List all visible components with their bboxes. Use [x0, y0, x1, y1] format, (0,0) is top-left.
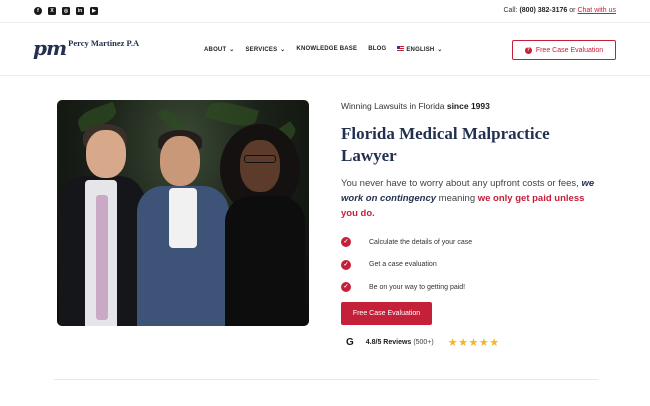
chevron-down-icon: ⌄ — [278, 47, 286, 53]
top-bar: f X ◎ in ▶ Call: (800) 382-3176 or Chat … — [0, 0, 650, 23]
list-item: ✓ Be on your way to getting paid! — [341, 276, 472, 299]
logo-mark: pm — [33, 36, 67, 60]
logo-text: Percy Martinez P.A — [68, 38, 140, 48]
list-item: ✓ Get a case evaluation — [341, 254, 472, 277]
google-icon: G — [346, 337, 354, 348]
check-icon: ✓ — [341, 237, 351, 248]
nav-about-label: ABOUT — [204, 47, 227, 53]
review-count: (500+) — [413, 339, 434, 346]
hero-free-case-evaluation-button[interactable]: Free Case Evaluation — [341, 302, 432, 325]
section-divider — [54, 379, 598, 380]
hero-intro: You never have to worry about any upfron… — [341, 176, 601, 221]
nav-knowledge-base[interactable]: KNOWLEDGE BASE — [296, 46, 357, 53]
site-header: pm Percy Martinez P.A ABOUT ⌄ SERVICES ⌄… — [0, 24, 650, 76]
check-icon: ✓ — [341, 282, 351, 293]
tagline-since: since 1993 — [446, 101, 490, 111]
facebook-icon[interactable]: f — [34, 7, 42, 15]
hero-tagline: Winning Lawsuits in Florida since 1993 — [341, 101, 490, 111]
page-title: Florida Medical Malpractice Lawyer — [341, 124, 550, 165]
phone-link[interactable]: (800) 382-3176 — [519, 7, 567, 14]
intro-text-1: You never have to worry about any upfron… — [341, 178, 579, 189]
reviews-summary[interactable]: G 4.8/5 Reviews (500+) ★★★★★ — [346, 336, 500, 349]
nav-services[interactable]: SERVICES ⌄ — [245, 46, 285, 53]
hero-photo — [57, 100, 309, 326]
check-icon: ✓ — [341, 259, 351, 270]
star-rating-icon: ★★★★★ — [447, 337, 500, 349]
header-free-case-evaluation-button[interactable]: ? Free Case Evaluation — [512, 40, 616, 60]
benefit-checklist: ✓ Calculate the details of your case ✓ G… — [341, 231, 472, 299]
list-item: ✓ Calculate the details of your case — [341, 231, 472, 254]
chevron-down-icon: ⌄ — [227, 47, 235, 53]
nav-about[interactable]: ABOUT ⌄ — [204, 46, 234, 53]
x-icon[interactable]: X — [48, 7, 56, 15]
list-item-label: Get a case evaluation — [369, 261, 437, 269]
logo[interactable]: pm Percy Martinez P.A — [33, 38, 139, 58]
nav-services-label: SERVICES — [245, 47, 278, 53]
youtube-icon[interactable]: ▶ — [90, 7, 98, 15]
or-text: or — [569, 7, 576, 14]
main-nav: ABOUT ⌄ SERVICES ⌄ KNOWLEDGE BASE BLOG E… — [204, 46, 443, 53]
nav-language[interactable]: ENGLISH ⌄ — [397, 46, 442, 53]
nav-blog[interactable]: BLOG — [368, 46, 386, 53]
chevron-down-icon: ⌄ — [435, 47, 443, 53]
us-flag-icon — [397, 46, 405, 51]
contact-line: Call: (800) 382-3176 or Chat with us — [503, 7, 616, 14]
intro-text-2: meaning — [438, 193, 476, 204]
instagram-icon[interactable]: ◎ — [62, 7, 70, 15]
chat-link[interactable]: Chat with us — [577, 7, 616, 14]
nav-language-label: ENGLISH — [406, 47, 435, 53]
social-links: f X ◎ in ▶ — [34, 7, 98, 15]
list-item-label: Calculate the details of your case — [369, 238, 473, 246]
question-icon: ? — [524, 46, 532, 54]
tagline-prefix: Winning Lawsuits in Florida — [341, 101, 445, 111]
linkedin-icon[interactable]: in — [76, 7, 84, 15]
header-cta-label: Free Case Evaluation — [535, 46, 604, 54]
list-item-label: Be on your way to getting paid! — [369, 283, 466, 291]
call-label: Call: — [503, 7, 518, 14]
review-score: 4.8/5 Reviews — [365, 339, 412, 346]
